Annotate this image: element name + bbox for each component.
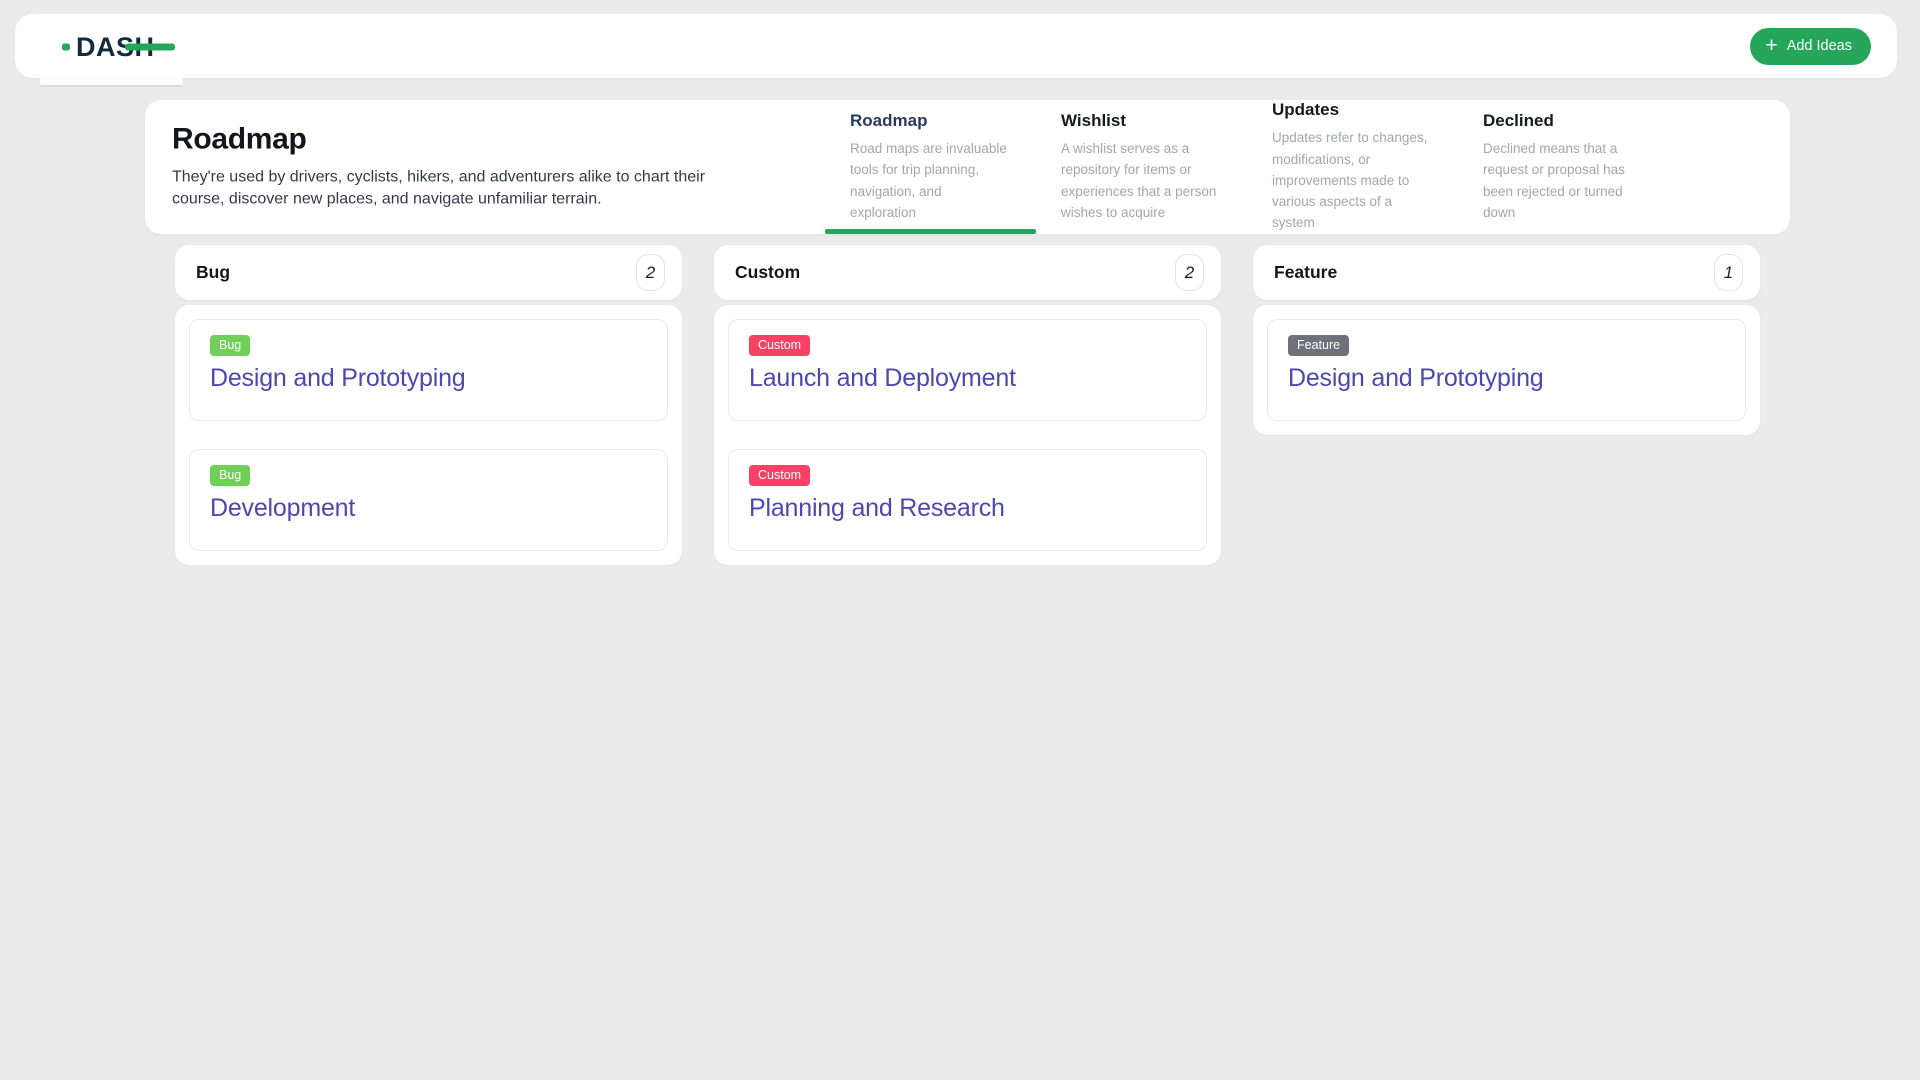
count-badge: 2 (636, 254, 665, 291)
idea-card[interactable]: Bug Development (189, 449, 668, 551)
card-title[interactable]: Development (210, 494, 647, 523)
plus-icon: + (1765, 35, 1777, 56)
category-badge: Bug (210, 335, 250, 356)
column-body: Bug Design and Prototyping Bug Developme… (175, 305, 682, 565)
idea-board: Bug 2 Bug Design and Prototyping Bug Dev… (175, 245, 1760, 565)
tab-description: A wishlist serves as a repository for it… (1061, 138, 1221, 223)
active-tab-indicator (825, 229, 1036, 234)
column-feature: Feature 1 Feature Design and Prototyping (1253, 245, 1760, 435)
page-description: They're used by drivers, cyclists, hiker… (172, 167, 727, 212)
section-tabs: Roadmap Road maps are invaluable tools f… (825, 100, 1669, 234)
tab-description: Road maps are invaluable tools for trip … (850, 138, 1010, 223)
column-header: Feature 1 (1253, 245, 1760, 300)
idea-card[interactable]: Bug Design and Prototyping (189, 319, 668, 421)
column-bug: Bug 2 Bug Design and Prototyping Bug Dev… (175, 245, 682, 565)
tab-label: Roadmap (850, 111, 1010, 131)
idea-card[interactable]: Custom Launch and Deployment (728, 319, 1207, 421)
tab-updates[interactable]: Updates Updates refer to changes, modifi… (1247, 100, 1458, 234)
card-title[interactable]: Design and Prototyping (1288, 364, 1725, 393)
tab-declined[interactable]: Declined Declined means that a request o… (1458, 100, 1669, 234)
column-body: Custom Launch and Deployment Custom Plan… (714, 305, 1221, 565)
dash-logo-icon: DASH (62, 28, 176, 64)
category-badge: Custom (749, 465, 810, 486)
column-body: Feature Design and Prototyping (1253, 305, 1760, 435)
column-header: Custom 2 (714, 245, 1221, 300)
column-custom: Custom 2 Custom Launch and Deployment Cu… (714, 245, 1221, 565)
tab-wishlist[interactable]: Wishlist A wishlist serves as a reposito… (1036, 100, 1247, 234)
roadmap-panel: Roadmap They're used by drivers, cyclist… (145, 100, 1790, 234)
count-badge: 2 (1175, 254, 1204, 291)
column-title: Custom (735, 262, 800, 283)
header-logo-tab (40, 78, 183, 87)
category-badge: Custom (749, 335, 810, 356)
tab-description: Declined means that a request or proposa… (1483, 138, 1643, 223)
add-ideas-button[interactable]: + Add Ideas (1750, 28, 1871, 65)
add-ideas-label: Add Ideas (1787, 38, 1852, 54)
logo[interactable]: DASH (62, 28, 176, 64)
column-title: Bug (196, 262, 230, 283)
idea-card[interactable]: Custom Planning and Research (728, 449, 1207, 551)
tab-roadmap[interactable]: Roadmap Road maps are invaluable tools f… (825, 100, 1036, 234)
page-title: Roadmap (172, 123, 732, 157)
idea-card[interactable]: Feature Design and Prototyping (1267, 319, 1746, 421)
tab-description: Updates refer to changes, modifications,… (1272, 127, 1432, 234)
column-header: Bug 2 (175, 245, 682, 300)
category-badge: Feature (1288, 335, 1349, 356)
card-title[interactable]: Design and Prototyping (210, 364, 647, 393)
tab-label: Wishlist (1061, 111, 1221, 131)
count-badge: 1 (1714, 254, 1743, 291)
hero-section: Roadmap They're used by drivers, cyclist… (172, 123, 732, 212)
header-bar: DASH + Add Ideas (15, 14, 1897, 78)
card-title[interactable]: Launch and Deployment (749, 364, 1186, 393)
column-title: Feature (1274, 262, 1337, 283)
card-title[interactable]: Planning and Research (749, 494, 1186, 523)
tab-label: Declined (1483, 111, 1643, 131)
category-badge: Bug (210, 465, 250, 486)
tab-label: Updates (1272, 100, 1432, 120)
